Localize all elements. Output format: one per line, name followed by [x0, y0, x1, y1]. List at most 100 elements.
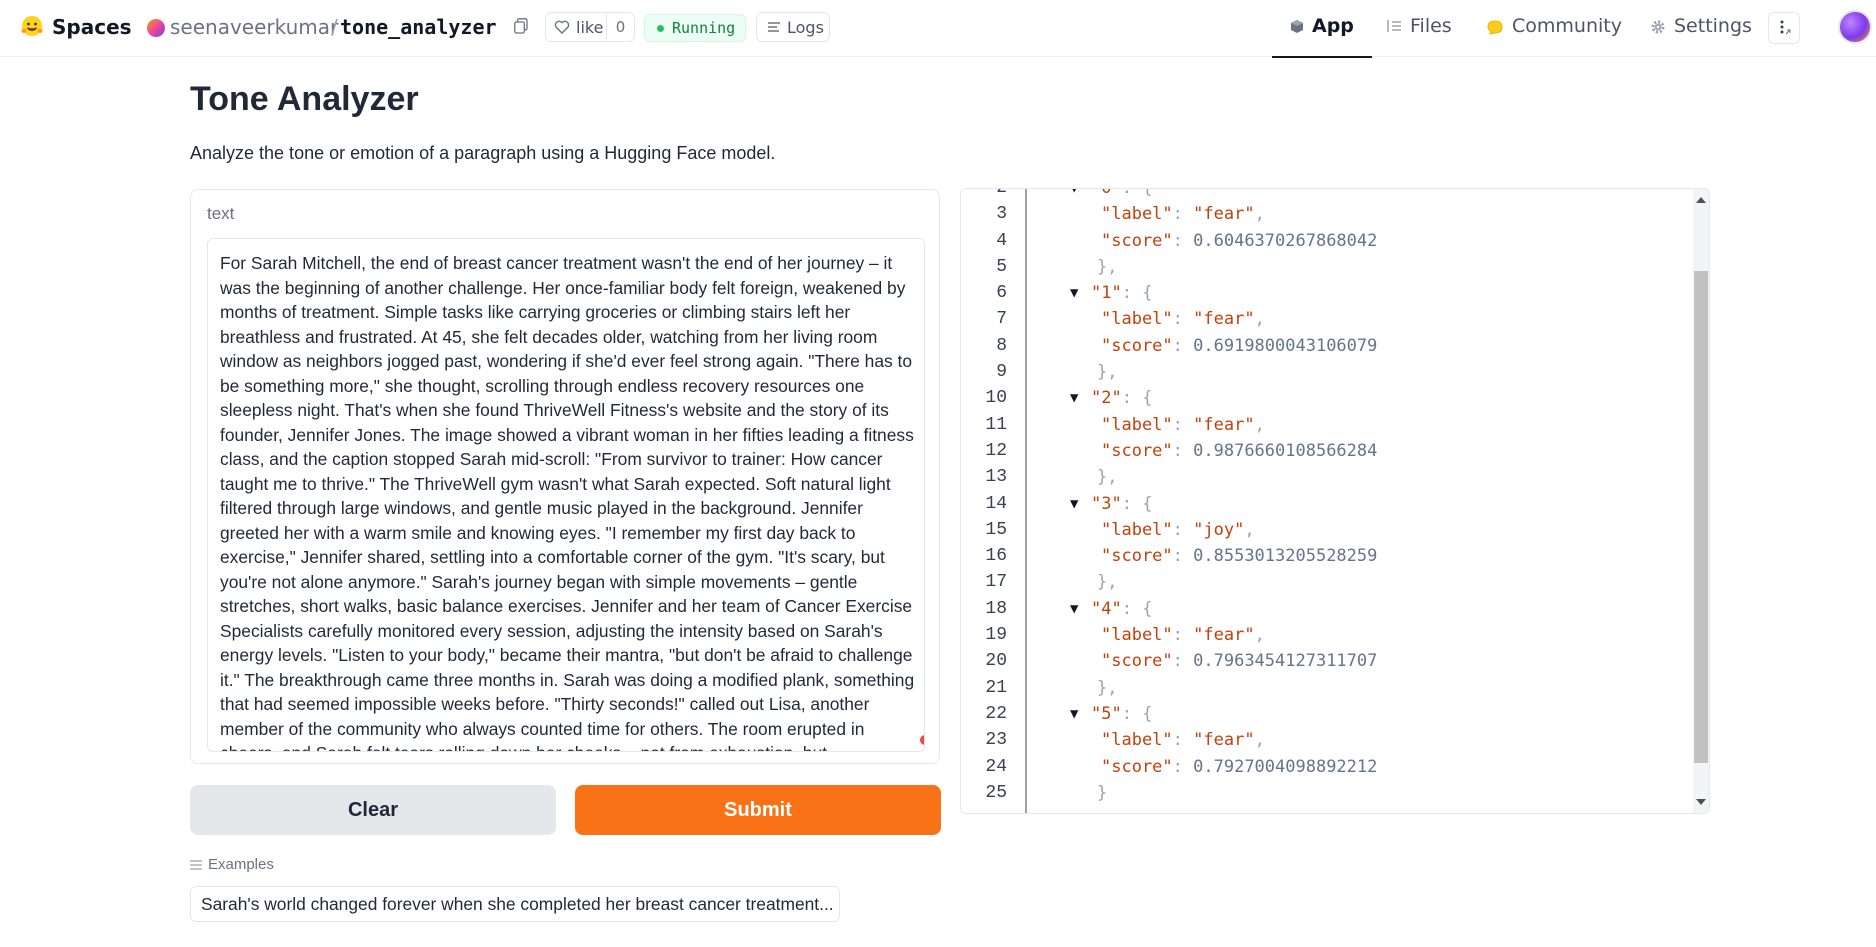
- json-object-key: "2": {: [1091, 385, 1152, 411]
- json-key: "label": [1101, 730, 1173, 751]
- json-score-entry: "score": 0.6919800043106079: [1101, 333, 1377, 359]
- line-number: 18: [985, 598, 1007, 619]
- json-key: "0": [1091, 188, 1122, 198]
- json-number-value: 0.7963454127311707: [1193, 651, 1378, 672]
- tab-community[interactable]: Community: [1486, 15, 1622, 57]
- list-icon: [190, 859, 202, 870]
- top-bar: Spaces seenaveerkumar / tone_analyzer li…: [0, 0, 1876, 58]
- json-close-brace: }: [1097, 782, 1108, 803]
- json-line: 16 "score": 0.8553013205528259: [961, 543, 1691, 569]
- status-text: Running: [672, 19, 736, 37]
- json-score-entry: "score": 0.9876660108566284: [1101, 438, 1377, 464]
- json-line: 19 "label": "fear",: [961, 622, 1691, 648]
- line-number: 3: [996, 204, 1007, 225]
- fold-toggle-icon[interactable]: ▼: [1070, 189, 1078, 201]
- json-line: 9},: [961, 359, 1691, 385]
- fold-toggle-icon[interactable]: ▼: [1070, 280, 1078, 306]
- json-key: "label": [1101, 204, 1173, 225]
- fold-toggle-icon[interactable]: ▼: [1070, 701, 1078, 727]
- json-object-key: "0": {: [1091, 188, 1152, 201]
- json-punct: :: [1172, 651, 1194, 672]
- json-line: 15 "label": "joy",: [961, 517, 1691, 543]
- json-line: 13},: [961, 464, 1691, 490]
- text-input-field[interactable]: For Sarah Mitchell, the end of breast ca…: [207, 238, 925, 752]
- scroll-up-icon[interactable]: [1696, 197, 1706, 203]
- json-label-entry: "label": "joy",: [1101, 517, 1255, 543]
- logs-label: Logs: [787, 17, 824, 37]
- json-object-key: "1": {: [1091, 280, 1152, 306]
- json-line: 8 "score": 0.6919800043106079: [961, 333, 1691, 359]
- json-punct: :: [1172, 414, 1194, 435]
- json-output-panel[interactable]: 2 ▼ "0": {3 "label": "fear", 4 "score": 0.604…: [960, 188, 1710, 814]
- json-line: 12 "score": 0.9876660108566284: [961, 438, 1691, 464]
- tab-files[interactable]: Files: [1386, 15, 1452, 57]
- json-key: "score": [1101, 230, 1173, 251]
- scroll-down-icon[interactable]: [1696, 799, 1706, 805]
- json-label-entry: "label": "fear",: [1101, 201, 1265, 227]
- tab-label: Settings: [1674, 15, 1752, 37]
- json-punct: :: [1172, 204, 1194, 225]
- tab-app[interactable]: App: [1272, 15, 1372, 58]
- json-label-entry: "label": "fear",: [1101, 727, 1265, 753]
- json-key: "label": [1101, 414, 1173, 435]
- space-name-link[interactable]: tone_analyzer: [340, 15, 497, 39]
- user-avatar[interactable]: [1838, 10, 1872, 44]
- copy-icon[interactable]: [514, 18, 528, 34]
- logs-button[interactable]: Logs: [756, 12, 830, 42]
- line-number: 25: [985, 782, 1007, 803]
- json-object-key: "3": {: [1091, 491, 1152, 517]
- json-line: 17},: [961, 569, 1691, 595]
- json-string-value: "fear": [1193, 204, 1255, 225]
- line-number: 7: [996, 309, 1007, 330]
- text-input-panel: text For Sarah Mitchell, the end of brea…: [190, 189, 940, 764]
- json-number-value: 0.9876660108566284: [1193, 440, 1378, 461]
- recording-indicator-icon: [920, 735, 924, 745]
- json-close-brace: },: [1097, 467, 1118, 488]
- json-punct: :: [1172, 519, 1194, 540]
- json-key: "score": [1101, 546, 1173, 567]
- json-string-value: "fear": [1193, 309, 1255, 330]
- json-line: 2 ▼ "0": {: [961, 188, 1691, 201]
- json-close-brace: },: [1097, 677, 1118, 698]
- json-object-key: "5": {: [1091, 701, 1152, 727]
- fold-toggle-icon[interactable]: ▼: [1070, 385, 1078, 411]
- json-line: 7 "label": "fear",: [961, 306, 1691, 332]
- json-punct: :: [1172, 440, 1194, 461]
- submit-button[interactable]: Submit: [575, 785, 941, 835]
- json-score-entry: "score": 0.7963454127311707: [1101, 648, 1377, 674]
- scrollbar-thumb[interactable]: [1694, 271, 1708, 763]
- tab-settings[interactable]: Settings: [1650, 15, 1752, 57]
- status-badge[interactable]: Running: [644, 14, 746, 42]
- like-label: like: [576, 17, 604, 37]
- json-punct: ,: [1254, 730, 1265, 751]
- line-number: 20: [985, 651, 1007, 672]
- owner-link[interactable]: seenaveerkumar: [170, 15, 338, 39]
- json-line: 3 "label": "fear",: [961, 201, 1691, 227]
- json-line: 23 "label": "fear",: [961, 727, 1691, 753]
- fold-toggle-icon[interactable]: ▼: [1070, 491, 1078, 517]
- line-number: 8: [996, 335, 1007, 356]
- json-line: 6 ▼ "1": {: [961, 280, 1691, 306]
- json-close-brace: },: [1097, 362, 1118, 383]
- line-number: 19: [985, 625, 1007, 646]
- json-string-value: "joy": [1193, 519, 1245, 540]
- like-button[interactable]: like 0: [545, 12, 635, 42]
- cube-icon: [1291, 20, 1303, 33]
- example-item[interactable]: Sarah's world changed forever when she c…: [190, 886, 840, 922]
- json-key: "label": [1101, 625, 1173, 646]
- tab-label: Files: [1410, 15, 1452, 37]
- like-count[interactable]: 0: [606, 13, 634, 41]
- json-key: "5": [1091, 703, 1122, 724]
- json-key: "label": [1101, 519, 1173, 540]
- json-key: "score": [1101, 440, 1173, 461]
- hugging-face-logo-icon[interactable]: [20, 15, 44, 37]
- vertical-scrollbar[interactable]: [1693, 189, 1709, 813]
- fold-toggle-icon[interactable]: ▼: [1070, 596, 1078, 622]
- json-punct: ,: [1254, 309, 1265, 330]
- clear-button[interactable]: Clear: [190, 785, 556, 835]
- more-vertical-icon: [1780, 20, 1791, 35]
- more-options-button[interactable]: [1768, 12, 1800, 44]
- files-icon: [1387, 20, 1401, 32]
- text-input-value[interactable]: For Sarah Mitchell, the end of breast ca…: [220, 251, 916, 751]
- spaces-link[interactable]: Spaces: [52, 15, 132, 39]
